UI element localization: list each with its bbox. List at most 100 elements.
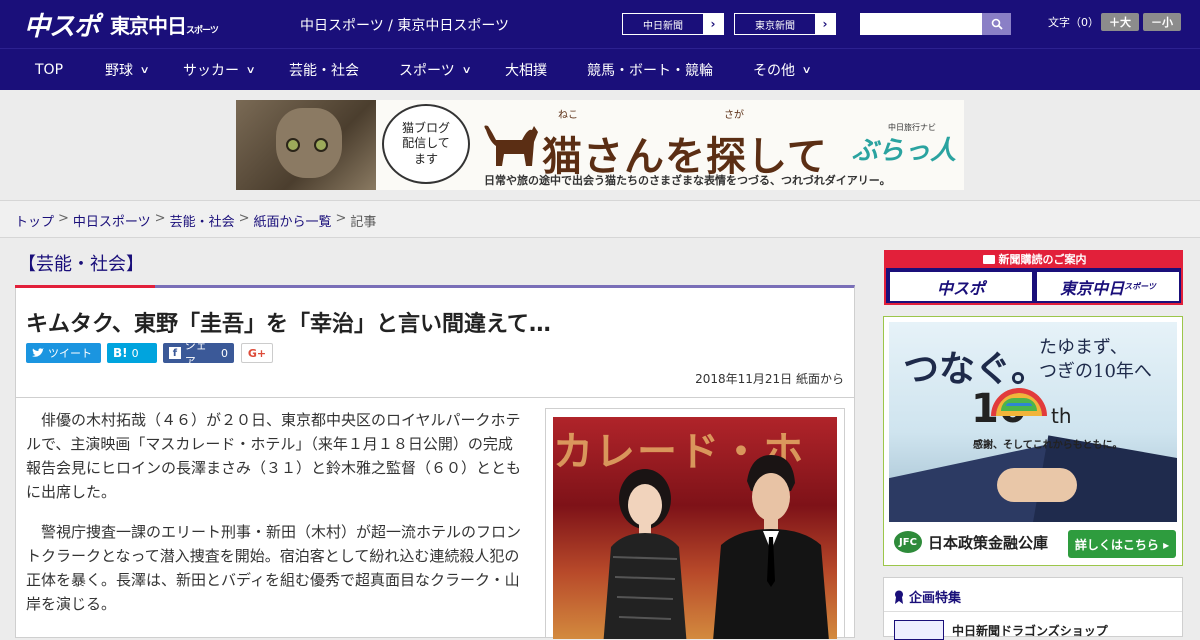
jfc-advertisement[interactable]: つなぐ。 たゆまず、 つぎの10年へ 10 th 感謝、そしてこれからもともに。 … bbox=[883, 316, 1183, 566]
newspaper-icon bbox=[982, 254, 995, 264]
facebook-icon: f bbox=[169, 347, 181, 359]
feature-thumbnail bbox=[894, 620, 944, 640]
chevron-right-icon: › bbox=[703, 14, 723, 34]
chunichi-sports-logo[interactable]: 中スポ bbox=[24, 6, 100, 43]
breadcrumb-current: 記事 bbox=[350, 215, 377, 230]
article-paragraph: 俳優の木村拓哉（４６）が２０日、東京都中央区のロイヤルパークホテルで、主演映画「… bbox=[26, 411, 522, 501]
hatena-bookmark-button[interactable]: B! 0 bbox=[107, 343, 157, 363]
subscribe-chunichi-sports-button[interactable]: 中スポ bbox=[890, 272, 1032, 301]
tokyo-chunichi-logo-suffix: スポーツ bbox=[186, 26, 219, 36]
breadcrumb-bar: トップ > 中日スポーツ > 芸能・社会 > 紙面から一覧 > 記事 bbox=[0, 200, 1200, 238]
ruby-saga: さが bbox=[724, 110, 744, 121]
feature-divider bbox=[884, 611, 1182, 612]
article-body: 俳優の木村拓哉（４６）が２０日、東京都中央区のロイヤルパークホテルで、主演映画「… bbox=[15, 398, 855, 639]
google-plus-button[interactable]: G+ bbox=[241, 343, 273, 363]
nav-item-label: 大相撲 bbox=[505, 63, 547, 79]
cat-silhouette-icon bbox=[484, 125, 538, 166]
category-heading: 【芸能・社会】 bbox=[18, 254, 144, 275]
speech-bubble: 猫ブログ 配信して ます bbox=[382, 104, 470, 184]
nav-item-label: その他 bbox=[753, 63, 795, 79]
hatena-icon: B! bbox=[113, 346, 128, 360]
tweet-button[interactable]: ツイート bbox=[26, 343, 101, 363]
breadcrumb-separator: > bbox=[58, 211, 69, 226]
feature-title: 企画特集 bbox=[894, 587, 961, 606]
facebook-count: 0 bbox=[221, 346, 228, 360]
site-header: 中スポ 東京中日スポーツ 中日スポーツ / 東京中日スポーツ 中日新聞 › 東京… bbox=[0, 0, 1200, 48]
tokyo-chunichi-logo[interactable]: 東京中日スポーツ bbox=[110, 10, 219, 39]
nav-item-baseball[interactable]: 野球 ∨ bbox=[105, 49, 150, 91]
article-photo[interactable]: カレード・ホ bbox=[553, 417, 837, 639]
search-input[interactable] bbox=[860, 13, 982, 35]
chevron-down-icon: ∨ bbox=[139, 64, 150, 76]
breadcrumb-entertainment[interactable]: 芸能・社会 bbox=[170, 211, 235, 230]
nav-item-label: TOP bbox=[35, 62, 64, 78]
feature-title-text: 企画特集 bbox=[909, 591, 962, 606]
actress-figure-image bbox=[603, 469, 687, 639]
article-paragraph: 警視庁捜査一課のエリート刑事・新田（木村）が超一流ホテルのフロントクラークとなっ… bbox=[26, 523, 522, 613]
search-button[interactable] bbox=[982, 13, 1011, 35]
nav-item-soccer[interactable]: サッカー ∨ bbox=[183, 49, 256, 91]
feature-item-label: 中日新聞ドラゴンズショップ bbox=[952, 623, 1108, 638]
breadcrumb-separator: > bbox=[238, 211, 250, 226]
banner-subtitle: 日常や旅の途中で出会う猫たちのさまざまな表情をつづる、つれづれダイアリー。 bbox=[484, 174, 891, 187]
bubble-text: 猫ブログ 配信して ます bbox=[401, 120, 450, 166]
subscription-header: 新聞購読のご案内 bbox=[886, 250, 1183, 268]
cat-face-image bbox=[276, 108, 342, 178]
breadcrumb-chunichi-sports[interactable]: 中日スポーツ bbox=[73, 211, 151, 230]
nav-item-sumo[interactable]: 大相撲 bbox=[505, 49, 547, 91]
nav-item-racing[interactable]: 競馬・ボート・競輪 bbox=[587, 49, 713, 91]
search-icon bbox=[991, 18, 1003, 30]
chevron-down-icon: ∨ bbox=[245, 64, 256, 76]
ribbon-icon bbox=[895, 590, 903, 604]
subscribe-tokyo-chunichi-button[interactable]: 東京中日 スポーツ bbox=[1037, 272, 1179, 301]
site-name: 中日スポーツ / 東京中日スポーツ bbox=[300, 18, 510, 34]
ruby-neko: ねこ bbox=[558, 110, 578, 121]
nav-item-other[interactable]: その他 ∨ bbox=[753, 49, 812, 91]
feature-item[interactable]: 中日新聞ドラゴンズショップ bbox=[894, 620, 1108, 640]
ad-anniversary-suffix: th bbox=[1051, 404, 1072, 428]
chevron-right-icon: › bbox=[815, 14, 835, 34]
ad-details-button[interactable]: 詳しくはこちら ▸ bbox=[1068, 530, 1176, 558]
ad-tagline: 感謝、そしてこれからもともに。 bbox=[973, 440, 1123, 451]
breadcrumb-top[interactable]: トップ bbox=[15, 211, 54, 230]
nav-item-entertainment[interactable]: 芸能・社会 bbox=[289, 49, 359, 91]
twitter-icon bbox=[32, 348, 44, 357]
breadcrumb-print-list[interactable]: 紙面から一覧 bbox=[254, 211, 332, 230]
font-smaller-button[interactable]: －小 bbox=[1143, 13, 1181, 31]
tweet-label: ツイート bbox=[48, 347, 92, 360]
cat-blog-banner[interactable]: 猫ブログ 配信して ます ねこ さが 猫さんを探して 日常や旅の途中で出会う猫た… bbox=[236, 100, 964, 190]
cat-photo bbox=[236, 100, 376, 190]
nav-item-label: 芸能・社会 bbox=[289, 63, 359, 79]
cat-eye-image bbox=[286, 138, 300, 152]
article-title: キムタク、東野「圭吾」を「幸治」と言い間違えて… bbox=[26, 312, 551, 337]
font-larger-button[interactable]: ＋大 bbox=[1101, 13, 1139, 31]
facebook-share-button[interactable]: f シェア 0 bbox=[163, 339, 234, 368]
nav-item-sports[interactable]: スポーツ ∨ bbox=[399, 49, 472, 91]
breadcrumb-separator: > bbox=[154, 211, 166, 226]
chunichi-shimbun-link[interactable]: 中日新聞 › bbox=[622, 13, 724, 35]
subscription-box: 新聞購読のご案内 中スポ 東京中日 スポーツ bbox=[884, 250, 1183, 305]
tokyo-chunichi-logo-text: 東京中日 bbox=[110, 14, 187, 38]
tokyo-shimbun-label: 東京新聞 bbox=[755, 20, 795, 32]
nav-item-top[interactable]: TOP bbox=[35, 49, 63, 91]
ad-visual: つなぐ。 たゆまず、 つぎの10年へ 10 th 感謝、そしてこれからもともに。 bbox=[889, 322, 1177, 522]
ad-copy-sub-line1: たゆまず、 bbox=[1039, 337, 1128, 358]
main-nav: TOP 野球 ∨ サッカー ∨ 芸能・社会 スポーツ ∨ 大相撲 競馬・ボート・競輪 … bbox=[0, 48, 1200, 90]
jfc-brand: JFC 日本政策金融公庫 bbox=[894, 531, 1048, 553]
cat-eye-image bbox=[314, 138, 328, 152]
tokyo-shimbun-link[interactable]: 東京新聞 › bbox=[734, 13, 836, 35]
ad-copy-main: つなぐ。 bbox=[903, 348, 1048, 390]
subscribe-tokyo-chunichi-label: 東京中日 bbox=[1060, 278, 1125, 298]
breadcrumb: トップ > 中日スポーツ > 芸能・社会 > 紙面から一覧 > 記事 bbox=[15, 211, 376, 230]
article-date: 2018年11月21日 紙面から bbox=[695, 372, 844, 386]
actor-figure-image bbox=[713, 455, 829, 639]
nav-item-label: サッカー bbox=[183, 63, 239, 79]
chevron-down-icon: ∨ bbox=[801, 64, 812, 76]
google-plus-icon: G+ bbox=[247, 346, 267, 360]
chunichi-shimbun-label: 中日新聞 bbox=[643, 20, 683, 32]
ad-copy-sub-line2: つぎの10年へ bbox=[1039, 361, 1152, 382]
chevron-down-icon: ∨ bbox=[461, 64, 472, 76]
breadcrumb-separator: > bbox=[335, 211, 347, 226]
banner-brand: ぶらっ人 bbox=[852, 136, 957, 166]
font-size-label: 文字（0） bbox=[1048, 16, 1099, 29]
